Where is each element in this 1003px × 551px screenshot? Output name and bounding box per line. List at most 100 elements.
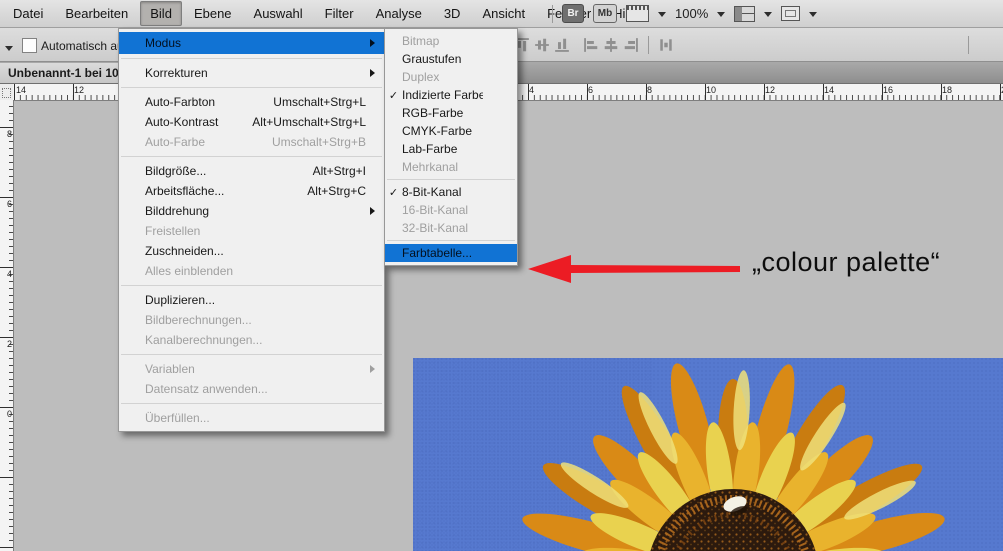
tool-preset-dropdown-arrow-icon[interactable] [5, 46, 13, 55]
bild-menu-item-alles-einblenden[interactable]: Alles einblenden [119, 261, 384, 281]
menu-separator [121, 285, 382, 286]
menubar-item-ebene[interactable]: Ebene [184, 1, 242, 26]
annotation-arrow [524, 250, 744, 288]
ruler-label: 10 [706, 85, 716, 95]
menubar-item-bearbeiten[interactable]: Bearbeiten [55, 1, 138, 26]
menubar-item-auswahl[interactable]: Auswahl [244, 1, 313, 26]
horizontal-ruler[interactable]: 468101214161820 [517, 84, 1003, 101]
modus-submenu-item-mehrkanal[interactable]: Mehrkanal [385, 158, 517, 176]
arrange-documents-icon[interactable] [734, 6, 755, 22]
bild-menu-item-arbeitsfl-che[interactable]: Arbeitsfläche...Alt+Strg+C [119, 181, 384, 201]
checkmark-icon: ✓ [385, 89, 402, 102]
align-left-edges-icon[interactable] [583, 37, 599, 53]
ruler-label: 6 [588, 85, 593, 95]
modus-submenu-item-graustufen[interactable]: Graustufen [385, 50, 517, 68]
bild-menu-item-bilddrehung[interactable]: Bilddrehung [119, 201, 384, 221]
modus-submenu-item-lab-farbe[interactable]: Lab-Farbe [385, 140, 517, 158]
arrange-documents-dropdown-arrow-icon[interactable] [764, 12, 772, 21]
bild-menu-item-bildgr-e[interactable]: Bildgröße... Alt+Strg+I [119, 161, 384, 181]
bild-menu-item-modus[interactable]: Modus [119, 32, 384, 54]
screen-mode-dropdown-arrow-icon[interactable] [809, 12, 817, 21]
menu-item-label: Indizierte Farbe [402, 88, 483, 102]
bild-menu-item-auto-kontrast[interactable]: Auto-KontrastAlt+Umschalt+Strg+L [119, 112, 384, 132]
align-right-edges-icon[interactable] [623, 37, 639, 53]
bild-menu-item-berf-llen[interactable]: Überfüllen... [119, 408, 384, 428]
bild-menu-item-zuschneiden[interactable]: Zuschneiden... [119, 241, 384, 261]
auto-align-layers-icon[interactable] [658, 37, 674, 53]
bild-menu-item-kanalberechnungen[interactable]: Kanalberechnungen... [119, 330, 384, 350]
photoshop-window: DateiBearbeitenBildEbeneAuswahlFilterAna… [0, 0, 1003, 551]
bild-menu-item-korrekturen[interactable]: Korrekturen [119, 63, 384, 83]
menu-item-shortcut: Alt+Strg+I [313, 164, 366, 178]
menu-item-label: Auto-Farbton [145, 95, 257, 109]
bild-menu-item-datensatz-anwenden[interactable]: Datensatz anwenden... [119, 379, 384, 399]
bild-menu-item-variablen[interactable]: Variablen [119, 359, 384, 379]
view-extras-dropdown-arrow-icon[interactable] [658, 12, 666, 21]
launch-mini-bridge-button[interactable]: Mb [593, 4, 617, 23]
menu-item-label: CMYK-Farbe [402, 124, 483, 138]
menubar-item-bild[interactable]: Bild [140, 1, 182, 26]
menu-separator [121, 156, 382, 157]
menu-item-shortcut: Alt+Strg+C [307, 184, 366, 198]
modus-submenu-item-32-bit-kanal[interactable]: 32-Bit-Kanal [385, 219, 517, 237]
modus-submenu-item-cmyk-farbe[interactable]: CMYK-Farbe [385, 122, 517, 140]
vertical-ruler[interactable]: 86420 [0, 100, 14, 551]
menu-item-label: RGB-Farbe [402, 106, 483, 120]
menu-item-label: Duplizieren... [145, 293, 350, 307]
menu-item-shortcut: Umschalt+Strg+L [273, 95, 366, 109]
menu-item-label: Modus [145, 36, 350, 50]
separator [968, 36, 969, 54]
menubar-item-filter[interactable]: Filter [315, 1, 364, 26]
submenu-arrow-icon [366, 69, 379, 77]
menu-bar: DateiBearbeitenBildEbeneAuswahlFilterAna… [0, 0, 1003, 28]
modus-submenu-item-8-bit-kanal[interactable]: ✓8-Bit-Kanal [385, 183, 517, 201]
launch-bridge-button[interactable]: Br [562, 4, 584, 23]
menubar-item-analyse[interactable]: Analyse [366, 1, 432, 26]
menu-item-label: 8-Bit-Kanal [402, 185, 483, 199]
bild-menu-item-auto-farbe[interactable]: Auto-Farbe Umschalt+Strg+B [119, 132, 384, 152]
menu-item-label: Auto-Farbe [145, 135, 256, 149]
bild-menu-item-freistellen[interactable]: Freistellen [119, 221, 384, 241]
menubar-item-3d[interactable]: 3D [434, 1, 471, 26]
menu-separator [121, 87, 382, 88]
horizontal-ruler[interactable]: 1412 [13, 84, 118, 101]
align-vertical-centers-icon[interactable] [534, 37, 550, 53]
modus-submenu-item-indizierte-farbe[interactable]: ✓Indizierte Farbe [385, 86, 517, 104]
bild-menu-item-bildberechnungen[interactable]: Bildberechnungen... [119, 310, 384, 330]
annotation-text: „colour palette“ [752, 247, 940, 278]
menu-separator [121, 354, 382, 355]
align-bottom-edges-icon[interactable] [554, 37, 570, 53]
modus-submenu-item-16-bit-kanal[interactable]: 16-Bit-Kanal [385, 201, 517, 219]
menu-item-label: Zuschneiden... [145, 244, 350, 258]
bild-menu-item-duplizieren[interactable]: Duplizieren... [119, 290, 384, 310]
modus-submenu-item-duplex[interactable]: Duplex [385, 68, 517, 86]
menu-item-label: Lab-Farbe [402, 142, 483, 156]
ruler-label: 2 [7, 339, 12, 349]
ruler-label: 8 [7, 129, 12, 139]
menu-item-label: 32-Bit-Kanal [402, 221, 483, 235]
ruler-label: 0 [7, 409, 12, 419]
auto-select-checkbox[interactable] [22, 38, 37, 53]
application-bar: Br Mb 100% [552, 0, 817, 27]
view-extras-icon[interactable] [626, 5, 649, 22]
zoom-dropdown-arrow-icon[interactable] [717, 12, 725, 21]
menu-item-label: Datensatz anwenden... [145, 382, 350, 396]
menu-item-label: Graustufen [402, 52, 483, 66]
menu-item-label: Bildgröße... [145, 164, 297, 178]
bild-menu-item-auto-farbton[interactable]: Auto-Farbton Umschalt+Strg+L [119, 92, 384, 112]
align-horizontal-centers-icon[interactable] [603, 37, 619, 53]
menu-item-label: Farbtabelle... [402, 246, 483, 260]
separator [648, 36, 649, 54]
zoom-level[interactable]: 100% [675, 6, 708, 21]
menu-item-label: Freistellen [145, 224, 350, 238]
screen-mode-icon[interactable] [781, 6, 800, 21]
modus-submenu-item-farbtabelle[interactable]: Farbtabelle... [385, 244, 517, 262]
modus-submenu-item-rgb-farbe[interactable]: RGB-Farbe [385, 104, 517, 122]
menubar-item-datei[interactable]: Datei [3, 1, 53, 26]
menu-item-shortcut: Umschalt+Strg+B [272, 135, 366, 149]
menu-item-label: Bildberechnungen... [145, 313, 350, 327]
document-canvas[interactable] [413, 358, 1003, 551]
menubar-item-ansicht[interactable]: Ansicht [472, 1, 535, 26]
ruler-label: 4 [529, 85, 534, 95]
modus-submenu-item-bitmap[interactable]: Bitmap [385, 32, 517, 50]
